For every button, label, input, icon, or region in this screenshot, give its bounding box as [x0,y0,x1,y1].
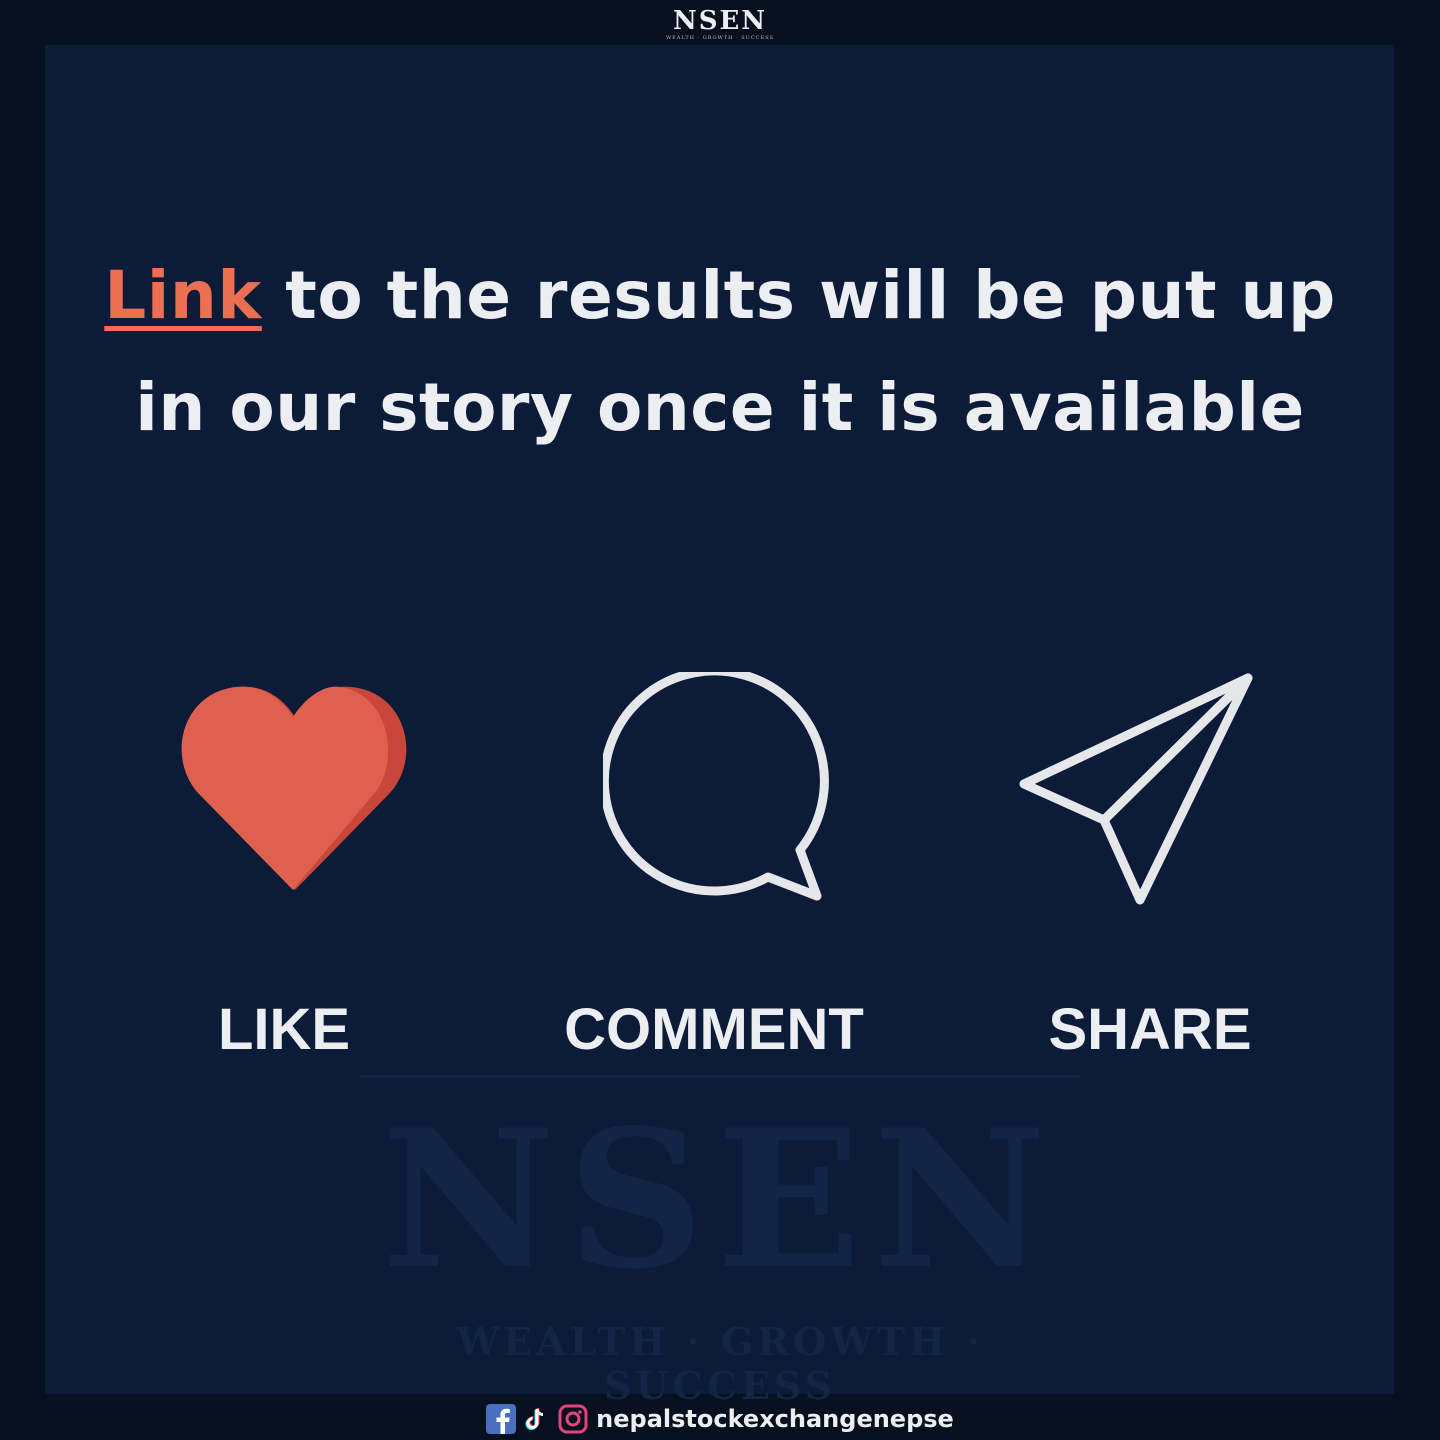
headline-line2: in our story once it is available [135,369,1305,446]
tiktok-icon[interactable] [522,1404,552,1434]
headline: Link to the results will be put up in ou… [0,240,1440,464]
facebook-icon[interactable] [486,1404,517,1434]
headline-line1: to the results will be put up [261,257,1336,334]
like-label: LIKE [217,997,351,1062]
link-text[interactable]: Link [104,257,262,334]
watermark-tagline: WEALTH · GROWTH · SUCCESS [456,1319,984,1408]
watermark: NSEN WEALTH · GROWTH · SUCCESS [360,1075,1080,1408]
share-label: SHARE [1048,997,1252,1062]
brand-tagline: WEALTH · GROWTH · SUCCESS [666,35,774,41]
watermark-brand: NSEN [381,1088,1059,1311]
footer: nepalstockexchangenepse [0,1398,1440,1440]
paper-plane-icon[interactable] [1018,672,1258,907]
heart-icon[interactable] [180,683,410,893]
top-logo: NSEN WEALTH · GROWTH · SUCCESS [0,0,1440,45]
instagram-icon[interactable] [558,1404,588,1434]
social-handle[interactable]: nepalstockexchangenepse [596,1405,954,1433]
brand-name: NSEN [672,6,768,36]
speech-bubble-icon[interactable] [603,672,838,907]
watermark-rule [360,1075,1080,1078]
comment-label: COMMENT [564,997,864,1062]
